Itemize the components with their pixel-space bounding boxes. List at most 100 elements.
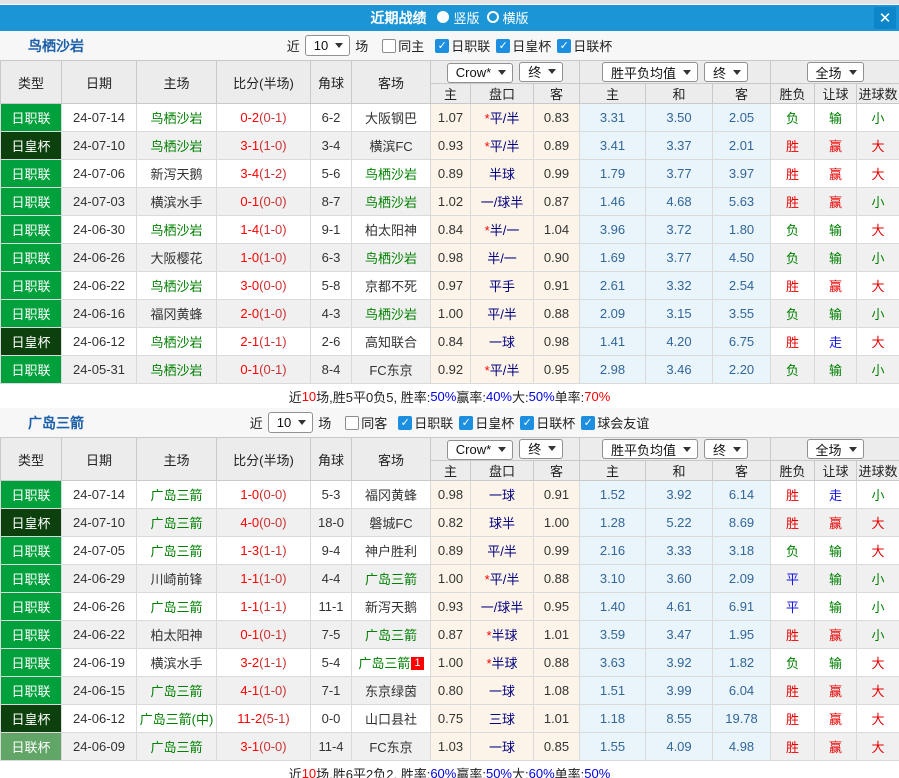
avg-odds-select[interactable]: 胜平负均值 bbox=[602, 62, 698, 82]
layout-radio[interactable]: 竖版 bbox=[437, 8, 479, 27]
avg-draw: 3.33 bbox=[646, 537, 713, 565]
corner-score: 7-5 bbox=[311, 621, 352, 649]
match-date: 24-06-12 bbox=[62, 328, 137, 356]
avg-odds-select[interactable]: 胜平负均值 bbox=[602, 439, 698, 459]
checkbox-label: 日皇杯 bbox=[475, 413, 514, 432]
home-odds: 0.80 bbox=[431, 677, 471, 705]
checkbox-icon[interactable]: ✓ bbox=[459, 416, 473, 430]
handicap: 半/一 bbox=[471, 244, 534, 272]
checkbox-icon[interactable] bbox=[345, 416, 359, 430]
score: 2-1(1-1) bbox=[217, 328, 311, 356]
handicap-result: 赢 bbox=[815, 132, 857, 160]
avg-time-select[interactable]: 终 bbox=[704, 62, 748, 82]
goals-result: 大 bbox=[857, 160, 899, 188]
match-row: 日职联24-06-22柏太阳神0-1(0-1)7-5广岛三箭0.87*半球1.0… bbox=[1, 621, 899, 649]
column-header-away: 客场 bbox=[352, 61, 431, 104]
match-row: 日联杯24-06-09广岛三箭3-1(0-0)11-4FC东京1.03一球0.8… bbox=[1, 733, 899, 761]
league-filter-checkbox[interactable]: ✓日联杯 bbox=[557, 36, 612, 55]
avg-time-select[interactable]: 终 bbox=[704, 439, 748, 459]
league-badge: 日联杯 bbox=[1, 733, 62, 761]
checkbox-icon[interactable] bbox=[382, 39, 396, 53]
checkbox-icon[interactable]: ✓ bbox=[581, 416, 595, 430]
corner-score: 5-8 bbox=[311, 272, 352, 300]
odds-source-select[interactable]: Crow* bbox=[447, 440, 513, 460]
subheader-goals: 进球数 bbox=[857, 461, 899, 481]
handicap: 球半 bbox=[471, 509, 534, 537]
avg-home: 1.55 bbox=[580, 733, 646, 761]
avg-draw: 3.72 bbox=[646, 216, 713, 244]
match-count-select[interactable]: 10 bbox=[268, 412, 313, 433]
same-venue-checkbox[interactable]: 同主 bbox=[382, 36, 424, 55]
checkbox-icon[interactable]: ✓ bbox=[557, 39, 571, 53]
avg-away: 19.78 bbox=[713, 705, 771, 733]
avg-away: 6.75 bbox=[713, 328, 771, 356]
league-filter-checkbox[interactable]: ✓日皇杯 bbox=[496, 36, 551, 55]
league-badge: 日皇杯 bbox=[1, 509, 62, 537]
match-date: 24-07-10 bbox=[62, 132, 137, 160]
result: 胜 bbox=[771, 132, 815, 160]
match-count-select[interactable]: 10 bbox=[305, 35, 350, 56]
league-filter-checkbox[interactable]: ✓日职联 bbox=[398, 413, 453, 432]
league-filter-checkbox[interactable]: ✓球会友谊 bbox=[581, 413, 649, 432]
checkbox-group: 同客✓日职联✓日皇杯✓日联杯✓球会友谊 bbox=[336, 413, 649, 432]
handicap-result: 赢 bbox=[815, 621, 857, 649]
goals-result: 大 bbox=[857, 733, 899, 761]
match-date: 24-06-26 bbox=[62, 593, 137, 621]
scope-select[interactable]: 全场 bbox=[807, 62, 864, 82]
match-row: 日职联24-07-06新泻天鹅3-4(1-2)5-6鸟栖沙岩0.89半球0.99… bbox=[1, 160, 899, 188]
league-filter-checkbox[interactable]: ✓日皇杯 bbox=[459, 413, 514, 432]
checkbox-icon[interactable]: ✓ bbox=[520, 416, 534, 430]
checkbox-icon[interactable]: ✓ bbox=[435, 39, 449, 53]
corner-score: 6-2 bbox=[311, 104, 352, 132]
handicap: 平/半 bbox=[471, 537, 534, 565]
away-odds: 0.88 bbox=[534, 300, 580, 328]
goals-result: 小 bbox=[857, 244, 899, 272]
filter-bar: 近 10 场 同客✓日职联✓日皇杯✓日联杯✓球会友谊 bbox=[250, 412, 650, 433]
goals-result: 大 bbox=[857, 509, 899, 537]
avg-home: 3.10 bbox=[580, 565, 646, 593]
goals-result: 大 bbox=[857, 677, 899, 705]
odds-source-select[interactable]: Crow* bbox=[447, 63, 513, 83]
avg-select-cell: 胜平负均值终 bbox=[580, 438, 771, 461]
away-team: 横滨FC bbox=[352, 132, 431, 160]
avg-home: 1.52 bbox=[580, 481, 646, 509]
goals-result: 小 bbox=[857, 356, 899, 384]
result: 胜 bbox=[771, 160, 815, 188]
radio-icon[interactable] bbox=[487, 11, 499, 23]
league-badge: 日职联 bbox=[1, 621, 62, 649]
corner-score: 5-3 bbox=[311, 481, 352, 509]
result: 负 bbox=[771, 356, 815, 384]
odds-time-select[interactable]: 终 bbox=[519, 439, 563, 459]
scope-select[interactable]: 全场 bbox=[807, 439, 864, 459]
corner-score: 8-7 bbox=[311, 188, 352, 216]
result: 胜 bbox=[771, 621, 815, 649]
subheader-avg-draw: 和 bbox=[646, 461, 713, 481]
away-odds: 0.89 bbox=[534, 132, 580, 160]
match-date: 24-07-05 bbox=[62, 537, 137, 565]
odds-time-select[interactable]: 终 bbox=[519, 62, 563, 82]
league-filter-checkbox[interactable]: ✓日联杯 bbox=[520, 413, 575, 432]
summary-segment: 大: bbox=[512, 387, 529, 406]
radio-icon[interactable] bbox=[437, 11, 449, 23]
league-filter-checkbox[interactable]: ✓日职联 bbox=[435, 36, 490, 55]
handicap-result: 走 bbox=[815, 328, 857, 356]
checkbox-icon[interactable]: ✓ bbox=[398, 416, 412, 430]
chevron-down-icon bbox=[733, 70, 741, 75]
red-card-badge: 1 bbox=[411, 657, 423, 670]
home-odds: 0.93 bbox=[431, 132, 471, 160]
checkbox-icon[interactable]: ✓ bbox=[496, 39, 510, 53]
column-header-corner: 角球 bbox=[311, 61, 352, 104]
goals-result: 大 bbox=[857, 216, 899, 244]
handicap-result: 赢 bbox=[815, 160, 857, 188]
avg-draw: 3.47 bbox=[646, 621, 713, 649]
close-icon[interactable]: ✕ bbox=[874, 7, 896, 29]
corner-score: 2-6 bbox=[311, 328, 352, 356]
league-badge: 日皇杯 bbox=[1, 705, 62, 733]
home-team: 鸟栖沙岩 bbox=[137, 272, 217, 300]
same-venue-checkbox[interactable]: 同客 bbox=[345, 413, 387, 432]
handicap: 一/球半 bbox=[471, 593, 534, 621]
away-odds: 1.04 bbox=[534, 216, 580, 244]
avg-away: 6.04 bbox=[713, 677, 771, 705]
layout-radio[interactable]: 横版 bbox=[487, 8, 529, 27]
handicap: 平/半 bbox=[471, 300, 534, 328]
